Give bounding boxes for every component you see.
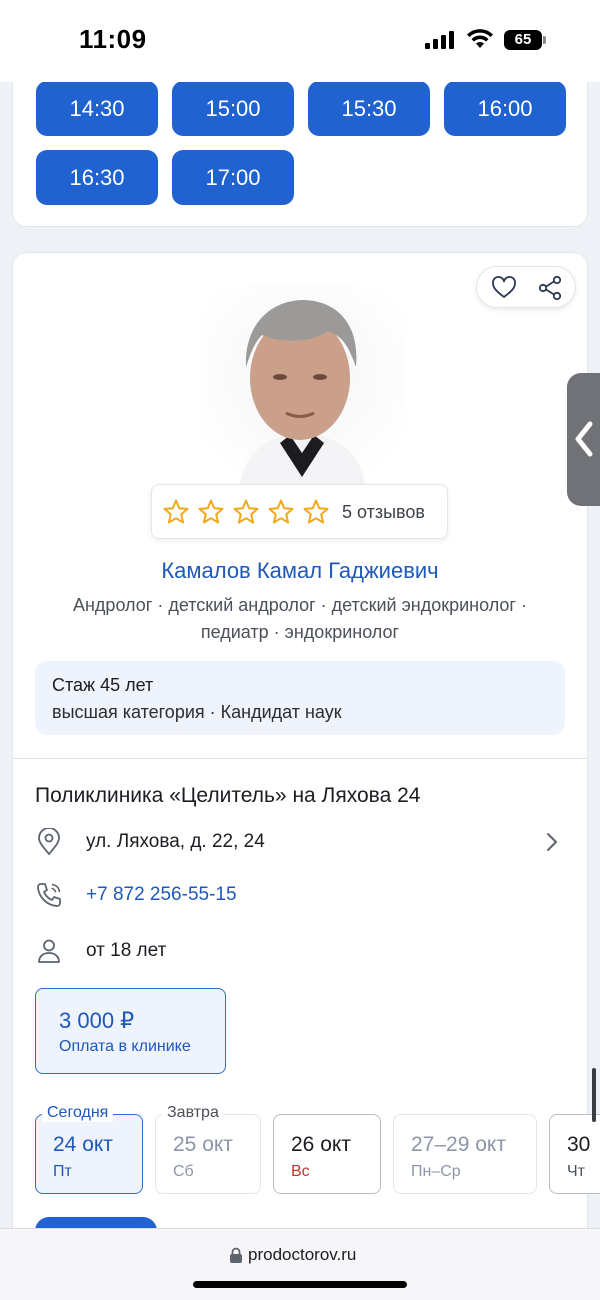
- status-time: 11:09: [79, 24, 147, 54]
- star-icon: [198, 499, 224, 524]
- qualification-text: высшая категория · Кандидат наук: [52, 702, 342, 722]
- wifi-icon: [467, 29, 493, 48]
- clinic-address: ул. Ляхова, д. 22, 24: [86, 831, 265, 852]
- experience-box: Стаж 45 лет высшая категория · Кандидат …: [35, 661, 565, 735]
- side-panel-handle[interactable]: [567, 373, 600, 506]
- weekday-label: Вс: [291, 1163, 310, 1180]
- weekday-label: Сб: [173, 1163, 194, 1180]
- time-slot-button[interactable]: 17:00: [172, 150, 294, 205]
- time-slots-card: 14:30 15:00 15:30 16:00 16:30 17:00: [12, 60, 588, 227]
- doctor-name[interactable]: Камалов Камал Гаджиевич: [12, 558, 588, 584]
- scrollbar-thumb[interactable]: [592, 1068, 596, 1122]
- payment-note: Оплата в клинике: [59, 1038, 191, 1055]
- doctor-photo: [200, 285, 405, 485]
- time-slot-button[interactable]: 15:00: [172, 81, 294, 136]
- price-value: 3 000 ₽: [59, 1008, 135, 1033]
- date-label: 26 окт: [291, 1133, 351, 1156]
- clinic-phone-row[interactable]: +7 872 256-55-15: [35, 881, 565, 911]
- date-label: 25 окт: [173, 1133, 233, 1156]
- tomorrow-caption: Завтра: [162, 1104, 224, 1122]
- date-tab-tomorrow[interactable]: 25 окт Сб: [155, 1114, 261, 1194]
- date-label: 27–29 окт: [411, 1133, 506, 1156]
- person-icon: [38, 939, 60, 963]
- battery-tip: [543, 36, 546, 44]
- date-tab-today[interactable]: 24 окт Пт: [35, 1114, 143, 1194]
- star-icon: [233, 499, 259, 524]
- weekday-label: Пн–Ср: [411, 1163, 461, 1180]
- time-slot-button[interactable]: 15:30: [308, 81, 430, 136]
- location-pin-icon: [38, 828, 60, 856]
- page: 11:09 65 14:30 15:00 15:30 16:00 16:30 1…: [0, 0, 600, 1300]
- specialties-line: педиатр · эндокринолог: [200, 622, 400, 642]
- favorite-share-actions: [476, 266, 576, 308]
- phone-icon: [37, 883, 61, 907]
- clinic-phone-link[interactable]: +7 872 256-55-15: [86, 884, 237, 906]
- divider: [12, 758, 588, 759]
- clinic-address-row[interactable]: ул. Ляхова, д. 22, 24: [35, 828, 565, 858]
- date-tab[interactable]: 30 Чт: [549, 1114, 600, 1194]
- url-text[interactable]: prodoctorov.ru: [248, 1245, 356, 1265]
- star-icon: [268, 499, 294, 524]
- browser-address-bar[interactable]: prodoctorov.ru: [0, 1228, 600, 1300]
- chevron-left-icon: [575, 421, 593, 457]
- experience-text: Стаж 45 лет: [52, 675, 154, 695]
- time-slot-button[interactable]: 14:30: [36, 81, 158, 136]
- date-tab[interactable]: 27–29 окт Пн–Ср: [393, 1114, 537, 1194]
- lock-icon: [230, 1247, 242, 1263]
- star-icon: [303, 499, 329, 524]
- doctor-specialties: Андролог · детский андролог · детский эн…: [24, 592, 576, 646]
- date-label: 24 окт: [53, 1133, 113, 1156]
- star-icon: [163, 499, 189, 524]
- reviews-count[interactable]: 5 отзывов: [342, 502, 425, 523]
- clinic-name[interactable]: Поликлиника «Целитель» на Ляхова 24: [35, 784, 420, 808]
- date-label: 30: [567, 1133, 591, 1156]
- patient-age: от 18 лет: [86, 940, 167, 961]
- price-option[interactable]: 3 000 ₽ Оплата в клинике: [35, 988, 226, 1074]
- time-slot-button[interactable]: 16:30: [36, 150, 158, 205]
- today-caption: Сегодня: [42, 1104, 114, 1122]
- chevron-right-icon: [547, 833, 557, 851]
- time-slot-button[interactable]: 16:00: [444, 81, 566, 136]
- cellular-signal-icon: [425, 31, 455, 49]
- battery-indicator: 65: [504, 30, 542, 50]
- status-bar: 11:09 65: [0, 0, 600, 82]
- rating-box[interactable]: 5 отзывов: [151, 484, 448, 539]
- heart-icon[interactable]: [491, 275, 517, 301]
- share-icon[interactable]: [537, 275, 563, 301]
- weekday-label: Чт: [567, 1163, 585, 1180]
- home-indicator[interactable]: [193, 1281, 407, 1288]
- patient-age-row: от 18 лет: [35, 937, 565, 967]
- date-tab[interactable]: 26 окт Вс: [273, 1114, 381, 1194]
- specialties-line: Андролог · детский андролог · детский эн…: [72, 595, 527, 615]
- weekday-label: Пт: [53, 1163, 72, 1180]
